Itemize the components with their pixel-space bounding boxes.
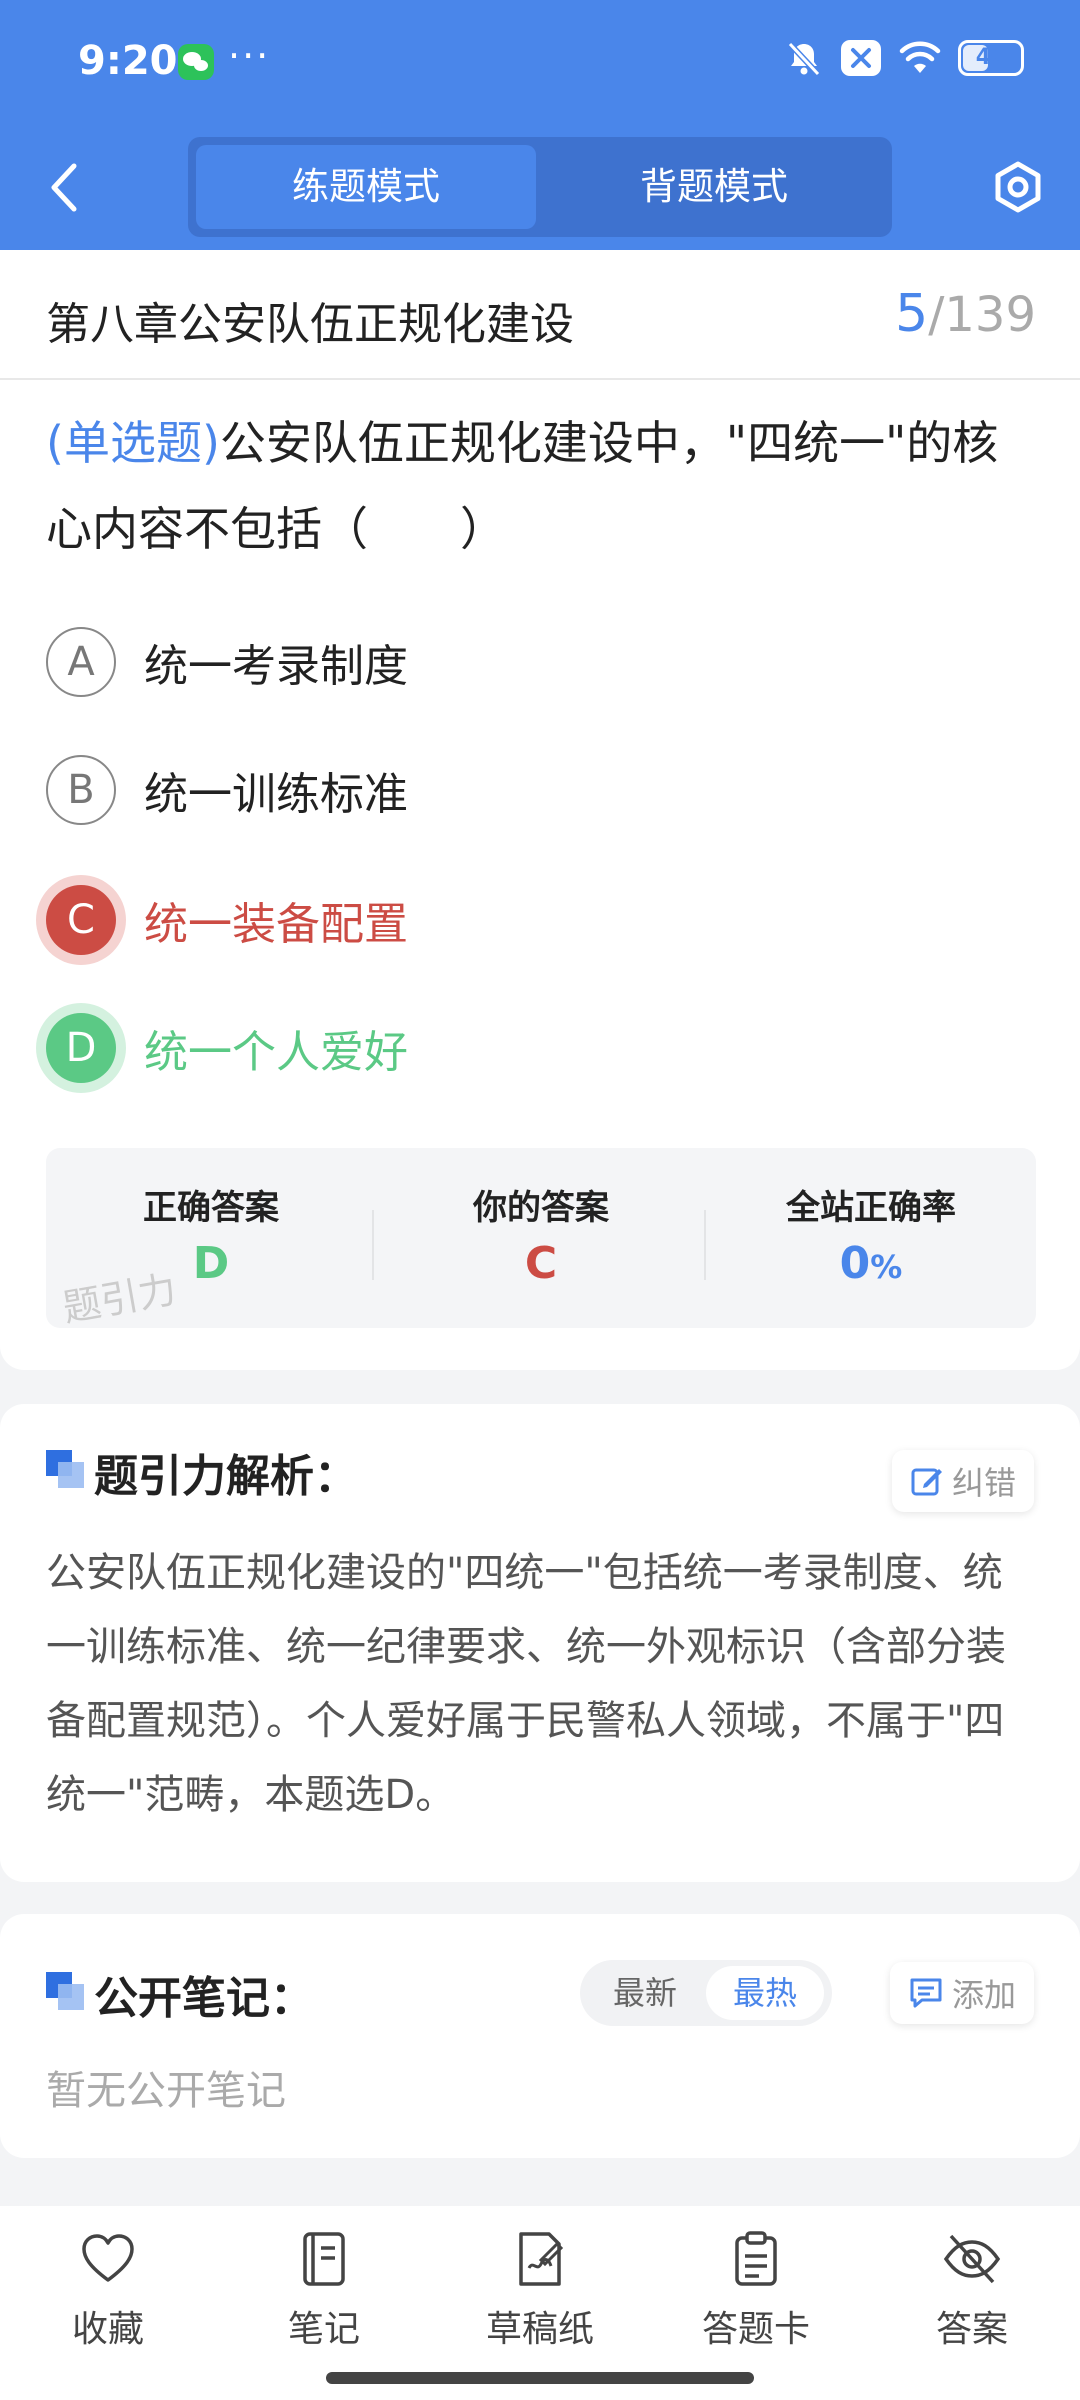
total-questions: /139 — [928, 287, 1036, 343]
report-error-label: 纠错 — [951, 1464, 1016, 1502]
header: 9:20 ··· 42 练题模式 背题模式 — [0, 0, 1080, 250]
your-answer: 你的答案 C — [376, 1148, 706, 1328]
notes-button[interactable]: 笔记 — [224, 2230, 424, 2352]
sort-latest[interactable]: 最新 — [590, 1960, 700, 2026]
add-note-button[interactable]: 添加 — [889, 1962, 1034, 2024]
analysis-text: 公安队伍正规化建设的"四统一"包括统一考录制度、统一训练标准、统一纪律要求、统一… — [46, 1550, 1006, 1818]
scratch-paper-label: 草稿纸 — [485, 2309, 594, 2350]
option-b[interactable]: B 统一训练标准 — [46, 750, 408, 830]
battery-icon: 42 — [958, 40, 1024, 76]
notes-card: 公开笔记： 最新 最热 添加 暂无公开笔记 — [0, 1914, 1080, 2158]
divider — [0, 378, 1080, 380]
back-icon[interactable] — [44, 160, 84, 215]
bell-off-icon — [787, 41, 821, 77]
notes-sort-toggle: 最新 最热 — [580, 1960, 832, 2026]
eye-off-icon — [943, 2234, 1001, 2284]
answer-sheet-button[interactable]: 答题卡 — [656, 2230, 856, 2352]
tab-practice-mode[interactable]: 练题模式 — [196, 145, 536, 229]
home-indicator[interactable] — [326, 2372, 754, 2384]
answer-summary: 正确答案 D 你的答案 C 全站正确率 0% 题引力 — [46, 1148, 1036, 1330]
option-text: 统一训练标准 — [144, 769, 408, 820]
wechat-icon — [178, 44, 214, 80]
your-answer-label: 你的答案 — [473, 1188, 609, 1228]
accuracy-number: 0 — [839, 1238, 871, 1289]
clipboard-icon — [735, 2231, 777, 2286]
site-accuracy: 全站正确率 0% — [706, 1148, 1036, 1328]
status-icons: 42 — [784, 38, 1024, 78]
scratch-paper-button[interactable]: 草稿纸 — [440, 2230, 640, 2352]
favorite-label: 收藏 — [71, 2309, 144, 2350]
site-accuracy-value: 0% — [706, 1238, 1036, 1289]
question-text: (单选题)公安队伍正规化建设中，"四统一"的核心内容不包括（ ） — [46, 400, 1036, 572]
nav-bar: 练题模式 背题模式 — [0, 125, 1080, 250]
empty-notes-text: 暂无公开笔记 — [46, 2068, 286, 2114]
status-bar: 9:20 ··· 42 — [0, 0, 1080, 125]
accuracy-unit: % — [870, 1248, 903, 1286]
question-card: 第八章公安队伍正规化建设 5/139 (单选题)公安队伍正规化建设中，"四统一"… — [0, 250, 1080, 1370]
more-notifications-icon: ··· — [228, 34, 271, 78]
show-answer-label: 答案 — [935, 2309, 1008, 2350]
notes-label: 笔记 — [287, 2309, 360, 2350]
question-type: (单选题) — [46, 416, 220, 470]
divider — [372, 1210, 374, 1280]
heart-icon — [82, 2234, 134, 2282]
wifi-icon — [899, 41, 941, 73]
option-text: 统一装备配置 — [144, 899, 408, 950]
close-box-icon — [841, 40, 881, 76]
your-answer-value: C — [524, 1238, 558, 1289]
add-note-label: 添加 — [951, 1976, 1016, 2014]
battery-level: 42 — [975, 45, 1007, 70]
option-letter: C — [46, 885, 116, 955]
edit-icon — [911, 1468, 942, 1496]
section-icon — [46, 1450, 84, 1488]
report-error-button[interactable]: 纠错 — [891, 1450, 1034, 1512]
correct-answer-label: 正确答案 — [143, 1188, 279, 1228]
site-accuracy-label: 全站正确率 — [786, 1188, 956, 1228]
tab-memorize-mode[interactable]: 背题模式 — [544, 145, 884, 229]
status-time: 9:20 — [78, 38, 178, 84]
bottom-toolbar: 收藏 笔记 草稿纸 答题卡 答案 — [0, 2206, 1080, 2400]
draft-icon — [519, 2232, 564, 2286]
show-answer-button[interactable]: 答案 — [872, 2230, 1072, 2352]
question-counter: 5/139 — [895, 284, 1036, 344]
chapter-title: 第八章公安队伍正规化建设 — [46, 299, 574, 350]
current-question-number: 5 — [895, 284, 929, 344]
mode-switch: 练题模式 背题模式 — [188, 137, 892, 237]
notebook-icon — [303, 2232, 345, 2286]
option-c[interactable]: C 统一装备配置 — [46, 880, 408, 960]
answer-sheet-label: 答题卡 — [701, 2309, 810, 2350]
sort-hottest[interactable]: 最热 — [706, 1966, 824, 2020]
option-a[interactable]: A 统一考录制度 — [46, 622, 408, 702]
option-text: 统一考录制度 — [144, 641, 408, 692]
analysis-title: 题引力解析： — [94, 1451, 358, 1502]
option-letter: A — [46, 627, 116, 697]
section-icon — [46, 1972, 84, 2010]
analysis-card: 题引力解析： 纠错 公安队伍正规化建设的"四统一"包括统一考录制度、统一训练标准… — [0, 1404, 1080, 1882]
comment-icon — [910, 1978, 942, 2008]
option-text: 统一个人爱好 — [144, 1027, 408, 1078]
option-letter: D — [46, 1013, 116, 1083]
settings-icon[interactable] — [990, 159, 1046, 215]
notes-title: 公开笔记： — [94, 1973, 314, 2024]
option-d[interactable]: D 统一个人爱好 — [46, 1008, 408, 1088]
favorite-button[interactable]: 收藏 — [8, 2230, 208, 2352]
option-letter: B — [46, 755, 116, 825]
